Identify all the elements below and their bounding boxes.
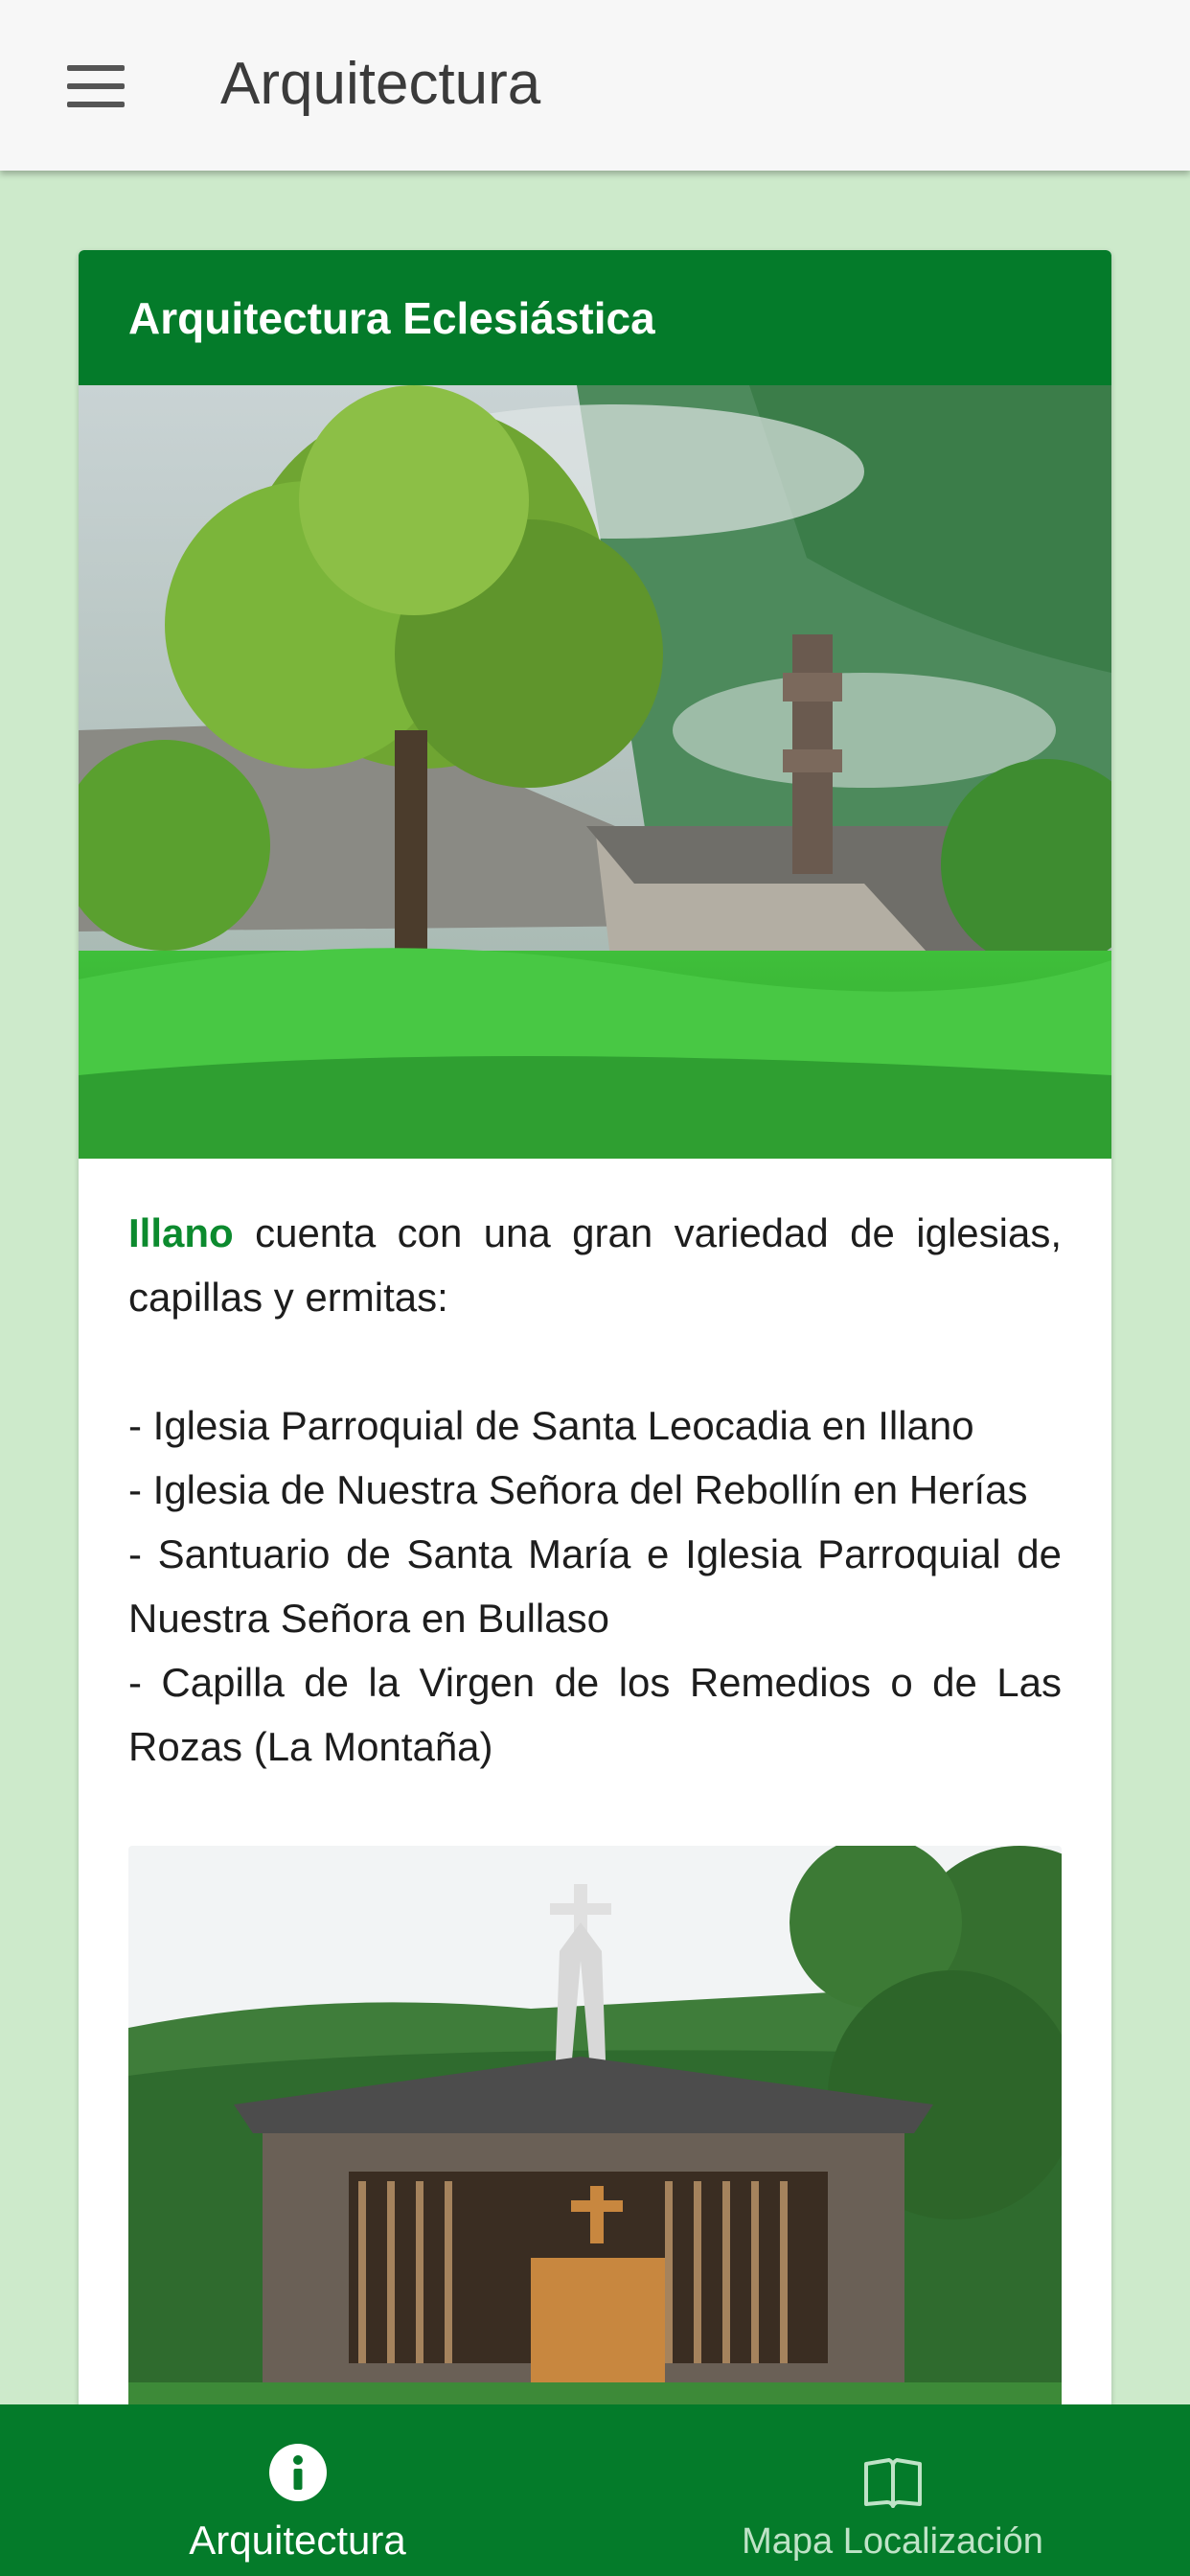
list-item: - Santuario de Santa María e Iglesia Par… (128, 1531, 1062, 1641)
info-icon (268, 2444, 327, 2501)
list-item: - Iglesia de Nuestra Señora del Rebollín… (128, 1467, 1028, 1512)
hamburger-menu-icon[interactable] (67, 65, 125, 107)
list-item: - Capilla de la Virgen de los Remedios o… (128, 1660, 1062, 1769)
card-title: Arquitectura Eclesiástica (128, 292, 655, 343)
chapel-photo (128, 1846, 1062, 2440)
intro-rest: cuenta con una gran variedad de iglesias… (128, 1210, 1062, 1320)
nav-item-arquitectura[interactable]: Arquitectura (0, 2404, 595, 2576)
card-body: Illano cuenta con una gran variedad de i… (79, 1159, 1111, 1779)
bottom-navigation: Arquitectura Mapa Localización (0, 2404, 1190, 2576)
nav-item-mapa[interactable]: Mapa Localización (595, 2404, 1190, 2576)
nav-label: Arquitectura (189, 2518, 406, 2563)
content-card: Arquitectura Eclesiástica Illano cuenta … (79, 250, 1111, 2454)
intro-highlight: Illano (128, 1210, 234, 1255)
nav-label: Mapa Localización (742, 2521, 1043, 2562)
map-book-icon (863, 2458, 922, 2508)
page-title: Arquitectura (220, 51, 541, 117)
card-header: Arquitectura Eclesiástica (79, 250, 1111, 385)
intro-text: Illano cuenta con una gran variedad de i… (128, 1201, 1062, 1329)
list-item: - Iglesia Parroquial de Santa Leocadia e… (128, 1403, 974, 1448)
app-bar: Arquitectura (0, 0, 1190, 171)
church-photo (79, 385, 1111, 1159)
